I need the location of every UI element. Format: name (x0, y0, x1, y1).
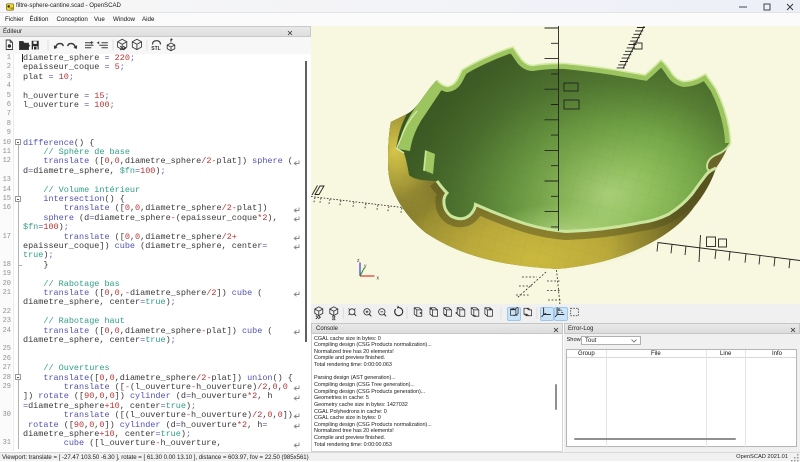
svg-text:y: y (364, 264, 367, 270)
svg-text:STL: STL (151, 46, 160, 52)
svg-text:x: x (377, 276, 380, 282)
